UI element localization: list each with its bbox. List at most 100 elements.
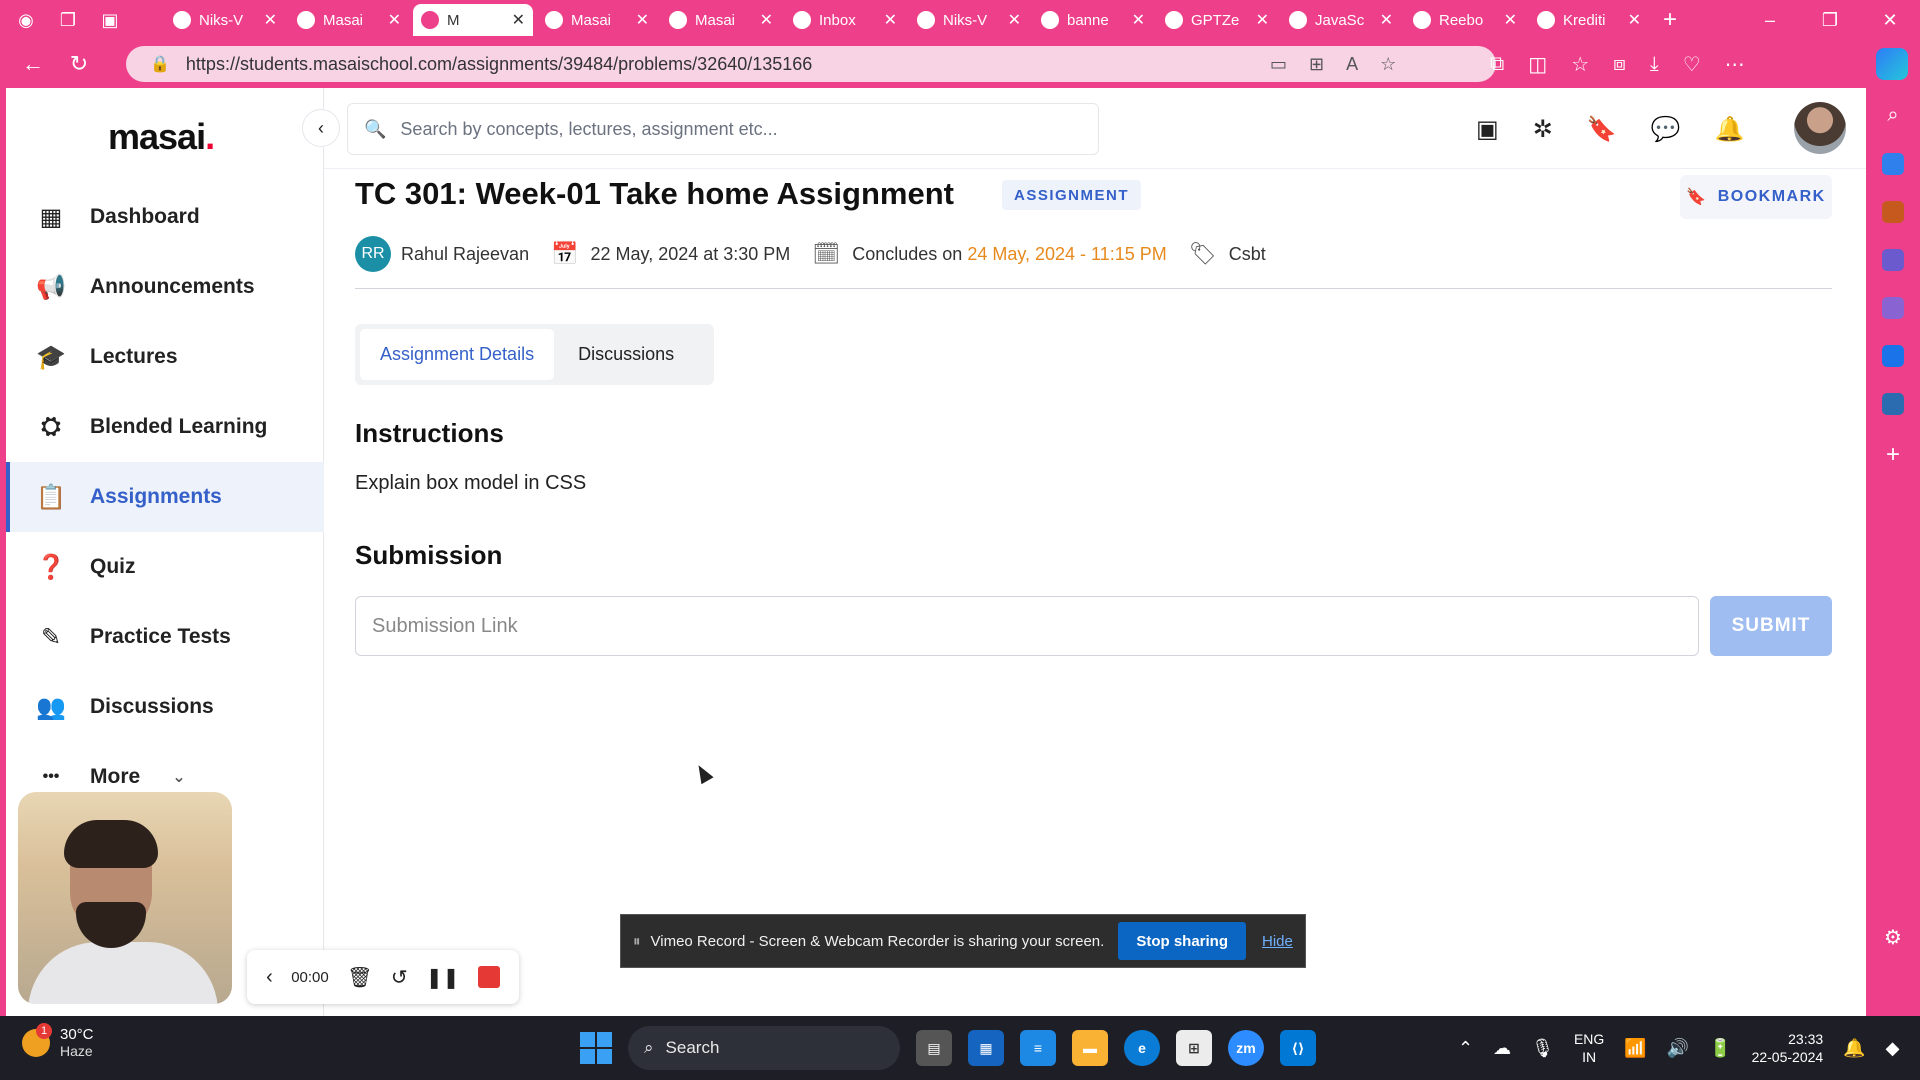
copilot-taskbar-icon[interactable]: ◆ (1886, 1038, 1900, 1059)
user-avatar[interactable] (1794, 102, 1846, 154)
bug-report-icon[interactable]: ✲ (1533, 115, 1553, 144)
split-screen-icon[interactable]: ◫ (1528, 52, 1547, 77)
close-tab-icon[interactable]: ✕ (1132, 10, 1145, 30)
games-icon[interactable] (1882, 249, 1904, 271)
sidebar-item-dashboard[interactable]: ▦ Dashboard (6, 182, 324, 252)
sidebar-item-announcements[interactable]: 📢 Announcements (6, 252, 324, 322)
close-tab-icon[interactable]: ✕ (884, 10, 897, 30)
zoom-icon[interactable]: zm (1228, 1030, 1264, 1066)
pause-icon[interactable]: ❚❚ (426, 965, 460, 990)
onedrive-icon[interactable]: ☁ (1493, 1038, 1511, 1059)
back-button[interactable]: ← (10, 44, 56, 84)
close-tab-icon[interactable]: ✕ (1628, 10, 1641, 30)
tab-assignment-details[interactable]: Assignment Details (360, 329, 555, 380)
hide-link[interactable]: Hide (1262, 933, 1293, 950)
favorites-icon[interactable]: ☆ (1571, 52, 1589, 77)
refresh-button[interactable]: ↻ (56, 44, 102, 84)
language-indicator[interactable]: ENG IN (1574, 1030, 1604, 1066)
close-window-button[interactable]: ✕ (1860, 0, 1920, 40)
browser-tab[interactable]: Krediti ✕ (1529, 4, 1649, 36)
file-explorer-icon[interactable]: ▬ (1072, 1030, 1108, 1066)
close-tab-icon[interactable]: ✕ (264, 10, 277, 30)
vscode-icon[interactable]: ⟨⟩ (1280, 1030, 1316, 1066)
close-tab-icon[interactable]: ✕ (1380, 10, 1393, 30)
stop-sharing-button[interactable]: Stop sharing (1118, 922, 1246, 960)
chat-icon[interactable]: 💬 (1651, 115, 1681, 144)
settings-more-icon[interactable]: ⋯ (1725, 52, 1745, 77)
close-tab-icon[interactable]: ✕ (636, 10, 649, 30)
sidebar-item-assignments[interactable]: 📋 Assignments (6, 462, 324, 532)
restart-icon[interactable]: ↺ (391, 965, 408, 990)
workspaces-icon[interactable]: ❐ (52, 4, 84, 36)
browser-tab[interactable]: Masai ✕ (661, 4, 781, 36)
webcam-preview[interactable] (18, 792, 232, 1004)
tab-discussions[interactable]: Discussions (558, 329, 694, 380)
tray-overflow-icon[interactable]: ⌃ (1458, 1038, 1473, 1059)
read-aloud-icon[interactable]: A (1346, 54, 1358, 75)
close-tab-icon[interactable]: ✕ (760, 10, 773, 30)
start-icon[interactable] (580, 1032, 612, 1064)
sidebar-item-discussions[interactable]: 👥 Discussions (6, 672, 324, 742)
sidebar-item-practice-tests[interactable]: ✎ Practice Tests (6, 602, 324, 672)
volume-icon[interactable]: 🔊 (1667, 1038, 1689, 1059)
clock[interactable]: 23:33 22-05-2024 (1752, 1030, 1824, 1066)
microsoft-store-icon[interactable]: ⊞ (1176, 1030, 1212, 1066)
stop-recording-icon[interactable] (477, 966, 500, 988)
tools-icon[interactable] (1882, 201, 1904, 223)
app-available-icon[interactable]: ⊞ (1309, 54, 1324, 75)
tab-actions-icon[interactable]: ▣ (94, 4, 126, 36)
bookmarks-icon[interactable]: 🔖 (1587, 115, 1617, 144)
sidebar-item-blended-learning[interactable]: ⛭ Blended Learning (6, 392, 324, 462)
shopping-icon[interactable] (1882, 153, 1904, 175)
office-icon[interactable] (1882, 297, 1904, 319)
sidebar-item-quiz[interactable]: ❓ Quiz (6, 532, 324, 602)
battery-icon[interactable]: 🔋 (1709, 1038, 1731, 1059)
favorite-star-icon[interactable]: ☆ (1380, 54, 1396, 75)
close-tab-icon[interactable]: ✕ (512, 10, 525, 30)
submission-link-input[interactable] (355, 596, 1699, 656)
close-tab-icon[interactable]: ✕ (1256, 10, 1269, 30)
performance-icon[interactable]: ♡ (1683, 52, 1701, 77)
calculator-icon[interactable]: ▦ (968, 1030, 1004, 1066)
sidebar-search-icon[interactable]: ⌕ (1887, 104, 1898, 127)
send-icon[interactable] (1882, 393, 1904, 415)
masai-logo[interactable]: masai. (108, 116, 215, 158)
drag-handle-icon[interactable]: ⏸ (633, 933, 641, 950)
sidebar-settings-icon[interactable]: ⚙ (1884, 925, 1902, 950)
downloads-icon[interactable]: ⤓ (1650, 53, 1659, 76)
profile-icon[interactable]: ◉ (10, 4, 42, 36)
notification-bell-icon[interactable]: 🔔 (1843, 1038, 1865, 1059)
restore-button[interactable]: ❐ (1800, 0, 1860, 40)
wifi-icon[interactable]: 📶 (1624, 1038, 1646, 1059)
submit-button[interactable]: SUBMIT (1710, 596, 1832, 656)
collapse-recorder-icon[interactable]: ‹ (266, 966, 273, 989)
outlook-icon[interactable] (1882, 345, 1904, 367)
task-view-icon[interactable]: ▤ (916, 1030, 952, 1066)
notifications-bell-icon[interactable]: 🔔 (1715, 115, 1745, 144)
search-input[interactable]: 🔍 Search by concepts, lectures, assignme… (347, 103, 1099, 155)
collapse-sidebar-button[interactable]: ‹ (302, 109, 340, 147)
add-sidebar-app-icon[interactable]: + (1886, 441, 1900, 469)
close-tab-icon[interactable]: ✕ (388, 10, 401, 30)
collections-icon[interactable]: ⧈ (1613, 53, 1626, 76)
minimize-button[interactable]: – (1740, 0, 1800, 40)
close-tab-icon[interactable]: ✕ (1008, 10, 1021, 30)
browser-tab[interactable]: Masai ✕ (537, 4, 657, 36)
browser-tab[interactable]: JavaSc ✕ (1281, 4, 1401, 36)
sidebar-item-lectures[interactable]: 🎓 Lectures (6, 322, 324, 392)
browser-tab[interactable]: M ✕ (413, 4, 533, 36)
browser-tab[interactable]: banne ✕ (1033, 4, 1153, 36)
browser-tab[interactable]: Niks-V ✕ (165, 4, 285, 36)
browser-tab[interactable]: GPTZe ✕ (1157, 4, 1277, 36)
browser-tab[interactable]: Reebo ✕ (1405, 4, 1525, 36)
video-icon[interactable]: ▣ (1476, 115, 1499, 144)
edge-browser-icon[interactable]: e (1124, 1030, 1160, 1066)
new-tab-button[interactable]: + (1663, 6, 1677, 34)
microphone-icon[interactable]: 🎙 (1531, 1038, 1554, 1059)
taskbar-search[interactable]: ⌕ Search (628, 1026, 900, 1070)
close-tab-icon[interactable]: ✕ (1504, 10, 1517, 30)
camera-icon[interactable]: ▭ (1270, 54, 1287, 75)
notepad-icon[interactable]: ≡ (1020, 1030, 1056, 1066)
browser-tab[interactable]: Inbox ✕ (785, 4, 905, 36)
bookmark-button[interactable]: 🔖 BOOKMARK (1680, 175, 1832, 219)
